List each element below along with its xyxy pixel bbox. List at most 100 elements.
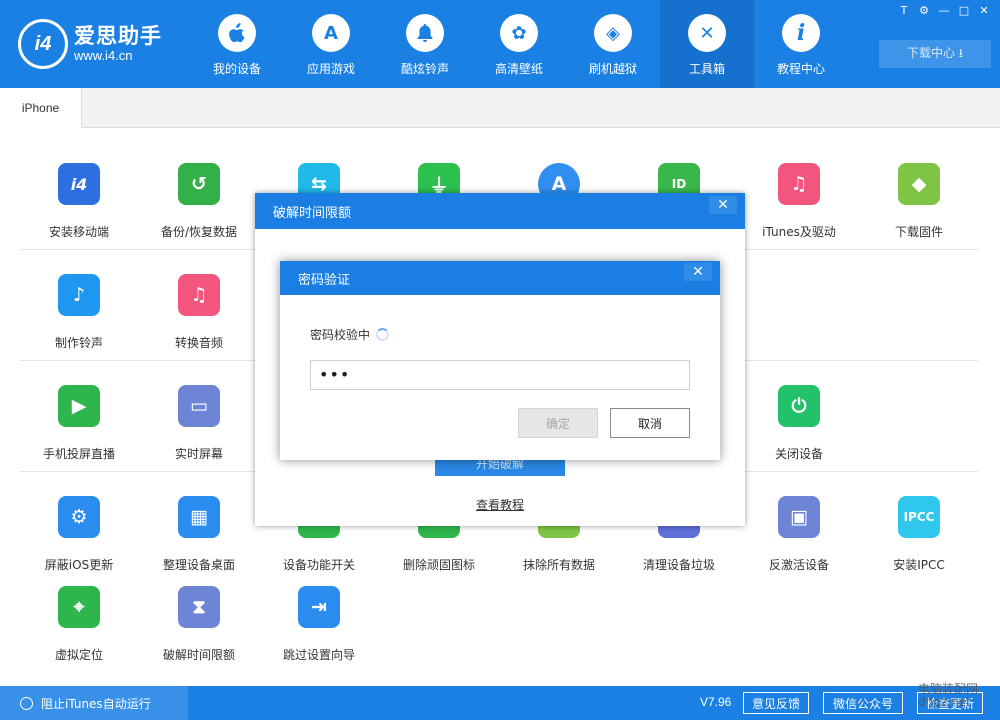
hourglass-icon: ⧗ [178, 586, 220, 628]
tool-label: 清理设备垃圾 [642, 558, 715, 572]
app-store-icon: A [312, 14, 350, 52]
verify-status: 密码校验中 [310, 326, 390, 343]
deactivate-icon: ▣ [778, 496, 820, 538]
i4-logo-icon: i4 [18, 19, 68, 69]
verify-status-text: 密码校验中 [310, 328, 371, 342]
tool-shutdown-device[interactable]: ⏻ 关闭设备 [739, 385, 859, 480]
tool-label: 关闭设备 [774, 447, 823, 461]
apple-icon [218, 14, 256, 52]
nav-tutorials[interactable]: i 教程中心 [754, 0, 848, 88]
tool-label: 设备功能开关 [282, 558, 355, 572]
info-icon: i [782, 14, 820, 52]
nav-wallpapers[interactable]: ✿ 高清壁纸 [472, 0, 566, 88]
app-logo: i4 爱思助手 www.i4.cn [18, 16, 162, 72]
tool-label: 屏蔽iOS更新 [44, 558, 114, 572]
nav-label: 应用游戏 [306, 62, 355, 76]
tool-label: 实时屏幕 [174, 447, 223, 461]
close-icon[interactable]: ✕ [709, 196, 737, 214]
tool-live-screen[interactable]: ▭ 实时屏幕 [139, 385, 259, 480]
tool-label: 破解时间限额 [162, 648, 235, 662]
music-note-icon: ♫ [178, 274, 220, 316]
tool-convert-audio[interactable]: ♫ 转换音频 [139, 274, 259, 369]
nav-toolbox[interactable]: ✕ 工具箱 [660, 0, 754, 88]
tool-virtual-location[interactable]: ⌖ 虚拟定位 [19, 586, 139, 681]
tool-crack-screen-time[interactable]: ⧗ 破解时间限额 [139, 586, 259, 681]
feedback-button[interactable]: 意见反馈 [743, 692, 809, 714]
nav-ringtones[interactable]: 酷炫铃声 [378, 0, 472, 88]
password-verify-dialog: 密码验证 ✕ 密码校验中 ••• 确定 取消 [280, 261, 720, 460]
app-url: www.i4.cn [74, 48, 133, 63]
tool-label: iTunes及驱动 [762, 225, 836, 239]
password-value: ••• [319, 365, 351, 384]
dialog-title: 密码验证 [280, 261, 720, 295]
tool-install-ipcc[interactable]: IPCC 安装IPCC [859, 496, 979, 591]
bell-icon [406, 14, 444, 52]
block-itunes-label: 阻止iTunes自动运行 [41, 696, 151, 711]
close-icon[interactable]: ✕ [974, 3, 994, 19]
settings-icon[interactable]: ⚙ [914, 3, 934, 19]
tool-backup-restore[interactable]: ↺ 备份/恢复数据 [139, 163, 259, 258]
tool-deactivate-device[interactable]: ▣ 反激活设备 [739, 496, 859, 591]
tool-install-mobile[interactable]: i4 安装移动端 [19, 163, 139, 258]
window-controls: T ⚙ — □ ✕ [894, 3, 994, 19]
main-nav: 我的设备 A 应用游戏 酷炫铃声 ✿ 高清壁纸 ◈ 刷机越狱 ✕ 工具箱 i 教… [190, 0, 848, 88]
tool-label: 整理设备桌面 [162, 558, 235, 572]
monitor-icon: ▭ [178, 385, 220, 427]
tools-icon: ✕ [688, 14, 726, 52]
nav-my-device[interactable]: 我的设备 [190, 0, 284, 88]
checkbox-circle-icon [20, 696, 33, 710]
tool-label: 反激活设备 [768, 558, 829, 572]
maximize-icon[interactable]: □ [954, 3, 974, 19]
close-icon[interactable]: ✕ [684, 263, 712, 281]
app-name: 爱思助手 [74, 24, 162, 48]
tool-label: 手机投屏直播 [42, 447, 115, 461]
power-icon: ⏻ [778, 385, 820, 427]
tool-label: 跳过设置向导 [282, 648, 355, 662]
skin-icon[interactable]: T [894, 3, 914, 19]
nav-label: 刷机越狱 [588, 62, 637, 76]
grid-icon: ▦ [178, 496, 220, 538]
i4-mobile-icon: i4 [58, 163, 100, 205]
tool-label: 安装移动端 [48, 225, 109, 239]
backup-clock-icon: ↺ [178, 163, 220, 205]
tool-download-firmware[interactable]: ◆ 下载固件 [859, 163, 979, 258]
tool-screen-cast[interactable]: ▶ 手机投屏直播 [19, 385, 139, 480]
block-itunes-toggle[interactable]: 阻止iTunes自动运行 [0, 686, 188, 720]
wechat-button[interactable]: 微信公众号 [823, 692, 903, 714]
ipcc-icon: IPCC [898, 496, 940, 538]
nav-label: 高清壁纸 [494, 62, 543, 76]
phone-play-icon: ▶ [58, 385, 100, 427]
dialog-title: 破解时间限额 [255, 193, 745, 229]
tool-label: 虚拟定位 [54, 648, 103, 662]
tool-organize-desktop[interactable]: ▦ 整理设备桌面 [139, 496, 259, 591]
cancel-button[interactable]: 取消 [610, 408, 690, 438]
nav-flash-jailbreak[interactable]: ◈ 刷机越狱 [566, 0, 660, 88]
tool-label: 抹除所有数据 [522, 558, 595, 572]
tool-block-ios-update[interactable]: ⚙ 屏蔽iOS更新 [19, 496, 139, 591]
tool-skip-setup-wizard[interactable]: ⇥ 跳过设置向导 [259, 586, 379, 681]
minimize-icon[interactable]: — [934, 3, 954, 19]
bell-plus-icon: ♪ [58, 274, 100, 316]
status-bar: 阻止iTunes自动运行 V7.96 意见反馈 微信公众号 检查更新 [0, 686, 1000, 720]
nav-label: 教程中心 [776, 62, 825, 76]
skip-wizard-icon: ⇥ [298, 586, 340, 628]
password-input[interactable]: ••• [310, 360, 690, 390]
nav-label: 酷炫铃声 [400, 62, 449, 76]
app-window: i4 爱思助手 www.i4.cn 我的设备 A 应用游戏 酷炫铃声 ✿ 高清壁… [0, 0, 1000, 720]
nav-label: 工具箱 [688, 62, 725, 76]
download-center-button[interactable]: 下载中心 ⭳ [879, 40, 991, 68]
version-label: V7.96 [700, 695, 732, 709]
dropbox-icon: ◈ [594, 14, 632, 52]
view-tutorial-link[interactable]: 查看教程 [255, 496, 745, 513]
tool-itunes-driver[interactable]: ♫ iTunes及驱动 [739, 163, 859, 258]
nav-apps-games[interactable]: A 应用游戏 [284, 0, 378, 88]
tool-make-ringtone[interactable]: ♪ 制作铃声 [19, 274, 139, 369]
location-pin-icon: ⌖ [58, 586, 100, 628]
tool-label: 安装IPCC [893, 558, 945, 572]
itunes-icon: ♫ [778, 163, 820, 205]
flower-icon: ✿ [500, 14, 538, 52]
tab-iphone[interactable]: iPhone [0, 88, 82, 128]
watermark-line2: dnpz.net [918, 695, 971, 709]
confirm-button[interactable]: 确定 [518, 408, 598, 438]
device-tabbar: iPhone [0, 88, 1000, 128]
